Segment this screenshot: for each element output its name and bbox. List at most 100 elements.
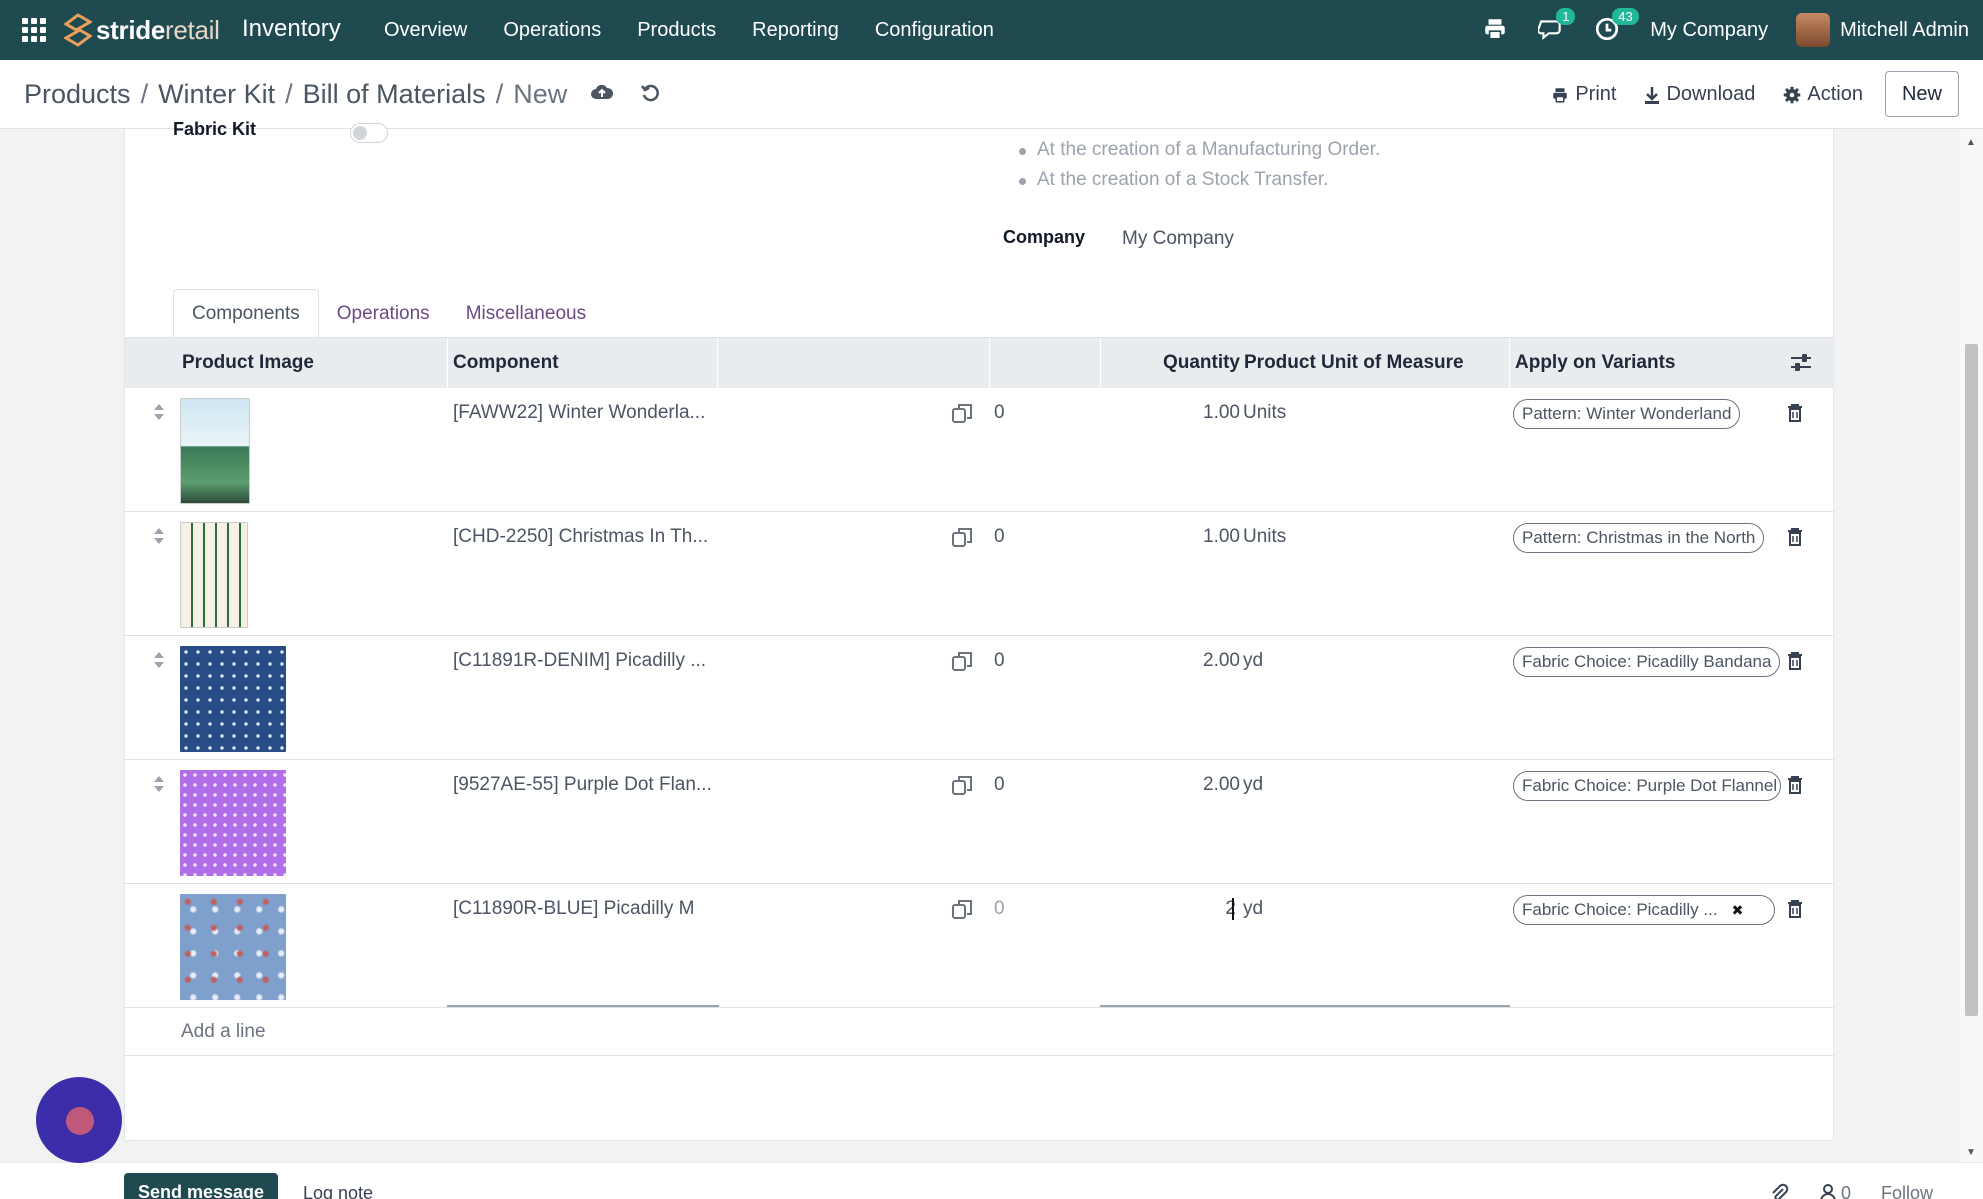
tab-miscellaneous[interactable]: Miscellaneous <box>448 289 604 338</box>
table-row[interactable]: [C11891R-DENIM] Picadilly ... 0 2.00 yd … <box>125 636 1834 760</box>
menu-overview[interactable]: Overview <box>384 19 467 42</box>
copy-icon[interactable] <box>951 650 973 672</box>
component-input-underline <box>447 1005 719 1007</box>
quantity-value[interactable]: 1.00 <box>1203 402 1240 424</box>
action-menu-button[interactable]: Action <box>1783 83 1863 106</box>
user-menu[interactable]: Mitchell Admin <box>1840 19 1969 42</box>
save-cloud-icon[interactable] <box>590 82 614 104</box>
drag-handle-icon[interactable] <box>153 528 165 544</box>
scrollbar-thumb[interactable] <box>1965 344 1978 1016</box>
header-apply-variants[interactable]: Apply on Variants <box>1515 352 1675 374</box>
print-icon <box>1553 87 1568 102</box>
send-message-button[interactable]: Send message <box>124 1173 279 1199</box>
uom-value[interactable]: Units <box>1243 402 1286 424</box>
copy-icon[interactable] <box>951 774 973 796</box>
user-avatar[interactable] <box>1796 13 1831 47</box>
component-input[interactable]: [C11890R-BLUE] Picadilly M <box>453 898 694 920</box>
variant-tag[interactable]: Pattern: Winter Wonderland <box>1513 399 1741 429</box>
quantity-value[interactable]: 1.00 <box>1203 526 1240 548</box>
trash-icon[interactable] <box>1787 900 1803 918</box>
info-bullet: At the creation of a Stock Transfer. <box>1015 169 1380 191</box>
messages-icon[interactable]: 1 <box>1537 8 1576 44</box>
trash-icon[interactable] <box>1787 528 1803 546</box>
drag-handle-icon[interactable] <box>153 776 165 792</box>
product-image <box>180 522 248 628</box>
printer-icon[interactable] <box>1482 16 1510 44</box>
variant-tag[interactable]: Fabric Choice: Picadilly Bandana <box>1513 647 1781 677</box>
trash-icon[interactable] <box>1787 776 1803 794</box>
text-cursor <box>1232 898 1234 920</box>
header-product-image[interactable]: Product Image <box>182 352 314 374</box>
control-actions: Print Download Action <box>1551 83 1863 106</box>
page-scrollbar[interactable]: ▲ ▼ <box>1960 129 1983 1162</box>
variant-tag[interactable]: Pattern: Christmas in the North <box>1513 523 1765 553</box>
breadcrumb-bom[interactable]: Bill of Materials <box>303 79 486 110</box>
table-header: Product Image Component Quantity Product… <box>125 338 1834 388</box>
quantity-value[interactable]: 2.00 <box>1203 774 1240 796</box>
tab-operations[interactable]: Operations <box>319 289 448 338</box>
new-button[interactable]: New <box>1884 71 1959 117</box>
tab-components[interactable]: Components <box>173 289 319 338</box>
component-name[interactable]: [9527AE-55] Purple Dot Flan... <box>453 774 712 796</box>
variant-tag[interactable]: Fabric Choice: Purple Dot Flannel <box>1513 771 1781 801</box>
scroll-down-icon[interactable]: ▼ <box>1966 1147 1976 1158</box>
assistant-bubble[interactable] <box>36 1077 122 1163</box>
menu-products[interactable]: Products <box>637 19 716 42</box>
drag-handle-icon[interactable] <box>153 404 165 420</box>
variant-tag-editable[interactable]: Fabric Choice: Picadilly ... ✖ <box>1513 895 1775 925</box>
add-line-link[interactable]: Add a line <box>181 1021 266 1043</box>
component-name[interactable]: [FAWW22] Winter Wonderla... <box>453 402 705 424</box>
log-note-button[interactable]: Log note <box>303 1183 373 1199</box>
menu-operations[interactable]: Operations <box>503 19 601 42</box>
components-table: Product Image Component Quantity Product… <box>125 338 1834 1056</box>
component-name[interactable]: [C11891R-DENIM] Picadilly ... <box>453 650 706 672</box>
print-button[interactable]: Print <box>1551 83 1616 106</box>
action-label: Action <box>1807 83 1863 105</box>
breadcrumb-products[interactable]: Products <box>24 79 131 110</box>
uom-value[interactable]: Units <box>1243 526 1286 548</box>
trash-icon[interactable] <box>1787 652 1803 670</box>
copy-icon[interactable] <box>951 402 973 424</box>
menu-configuration[interactable]: Configuration <box>875 19 994 42</box>
download-button[interactable]: Download <box>1644 83 1755 106</box>
copy-icon[interactable] <box>951 898 973 920</box>
apps-menu-icon[interactable] <box>22 18 46 42</box>
top-navbar: strideretail Inventory Overview Operatio… <box>0 0 1983 60</box>
menu-reporting[interactable]: Reporting <box>752 19 839 42</box>
optional-columns-icon[interactable] <box>1790 353 1812 373</box>
trash-icon[interactable] <box>1787 404 1803 422</box>
app-name[interactable]: Inventory <box>242 15 341 43</box>
table-row[interactable]: [FAWW22] Winter Wonderla... 0 1.00 Units… <box>125 388 1834 512</box>
company-logo[interactable]: strideretail <box>64 12 220 48</box>
company-field[interactable]: My Company <box>1122 228 1234 250</box>
activities-icon[interactable]: 43 <box>1594 8 1639 44</box>
company-switcher[interactable]: My Company <box>1650 19 1768 42</box>
quantity-input[interactable]: 2 <box>1225 898 1236 920</box>
breadcrumb-winter-kit[interactable]: Winter Kit <box>158 79 275 110</box>
copy-icon[interactable] <box>951 526 973 548</box>
paperclip-icon[interactable] <box>1769 1183 1789 1199</box>
column-divider <box>447 338 448 388</box>
column-divider <box>989 338 990 388</box>
activities-badge: 43 <box>1612 8 1639 25</box>
control-panel: Products / Winter Kit / Bill of Material… <box>0 60 1983 129</box>
scroll-up-icon[interactable]: ▲ <box>1966 137 1976 148</box>
download-label: Download <box>1666 83 1756 105</box>
header-uom[interactable]: Product Unit of Measure <box>1244 352 1464 374</box>
header-quantity[interactable]: Quantity <box>1163 352 1240 374</box>
uom-value[interactable]: yd <box>1243 650 1263 672</box>
uom-value[interactable]: yd <box>1243 774 1263 796</box>
drag-handle-icon[interactable] <box>153 652 165 668</box>
followers-button[interactable]: 0 <box>1819 1183 1851 1199</box>
remove-tag-icon[interactable]: ✖ <box>1732 902 1744 919</box>
follow-button[interactable]: Follow <box>1881 1183 1933 1199</box>
table-row[interactable]: [9527AE-55] Purple Dot Flan... 0 2.00 yd… <box>125 760 1834 884</box>
discard-undo-icon[interactable] <box>640 82 662 104</box>
header-component[interactable]: Component <box>453 352 559 374</box>
table-row-editing[interactable]: [C11890R-BLUE] Picadilly M 0 2 yd Fabric… <box>125 884 1834 1008</box>
component-name[interactable]: [CHD-2250] Christmas In Th... <box>453 526 708 548</box>
uom-input[interactable]: yd <box>1243 898 1263 920</box>
table-row[interactable]: [CHD-2250] Christmas In Th... 0 1.00 Uni… <box>125 512 1834 636</box>
quantity-value[interactable]: 2.00 <box>1203 650 1240 672</box>
fabric-kit-toggle[interactable] <box>350 123 388 143</box>
